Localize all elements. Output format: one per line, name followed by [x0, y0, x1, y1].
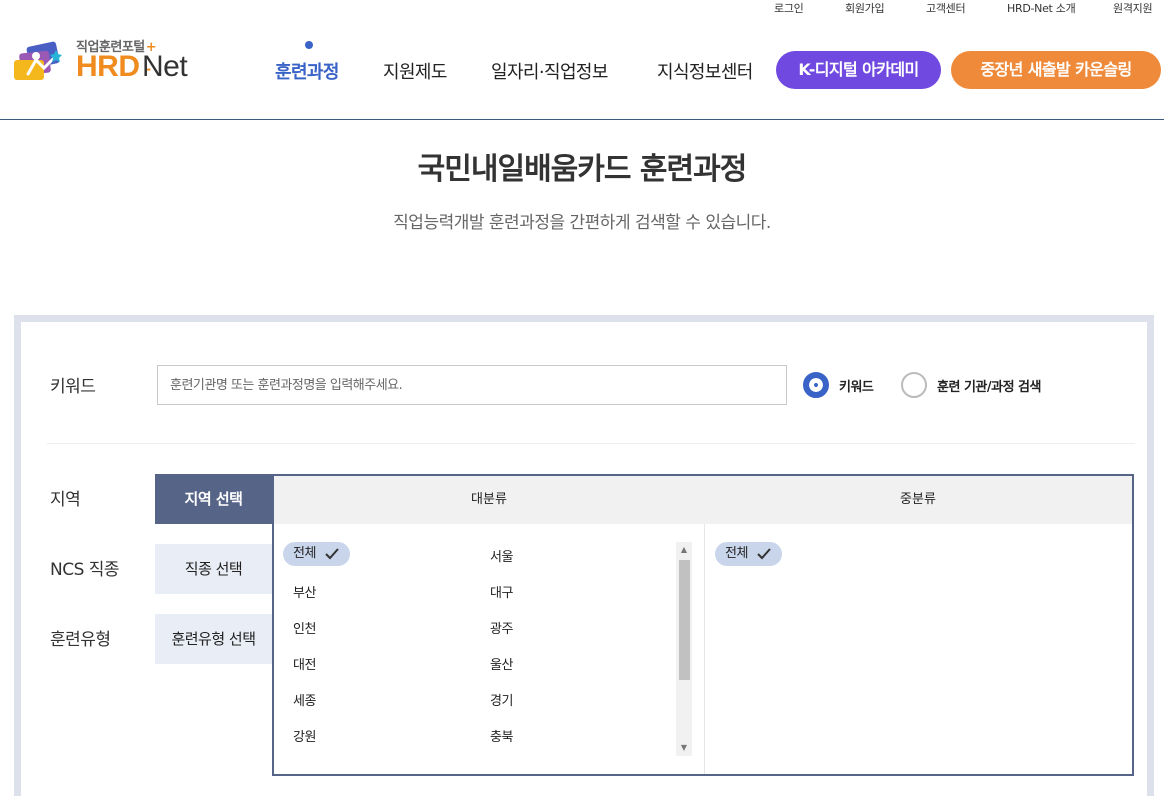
about-hrdnet-link[interactable]: HRD-Net 소개 — [1007, 0, 1076, 16]
course-search-box: 키워드 키워드 훈련 기관/과정 검색 지역 NCS 직종 훈련유형 지역 선택… — [14, 315, 1154, 796]
gnb-support-system[interactable]: 지원제도 — [383, 58, 447, 84]
region-item[interactable]: 강원 — [293, 726, 316, 745]
logo-brand-hrd: HRD - — [76, 50, 151, 83]
section-divider — [47, 443, 1135, 444]
region-label: 지역 — [50, 490, 81, 510]
major-category-header: 대분류 — [471, 492, 507, 507]
login-link[interactable]: 로그인 — [774, 0, 804, 16]
scroll-down-icon[interactable]: ▼ — [676, 740, 692, 756]
check-icon — [757, 548, 771, 560]
active-menu-indicator — [305, 41, 313, 49]
remote-support-link[interactable]: 원격지원 — [1113, 0, 1153, 16]
keyword-label: 키워드 — [50, 377, 96, 397]
region-item[interactable]: 충북 — [490, 726, 513, 745]
major-list-scrollbar[interactable]: ▲ ▼ — [676, 542, 692, 756]
gnb-job-info[interactable]: 일자리·직업정보 — [491, 58, 608, 84]
radio-unselected-icon — [901, 372, 927, 398]
logo-brand-net: Net — [142, 50, 188, 83]
radio-institution-label: 훈련 기관/과정 검색 — [937, 379, 1041, 395]
radio-selected-icon — [803, 372, 829, 398]
region-item[interactable]: 세종 — [293, 690, 316, 709]
radio-keyword-label: 키워드 — [839, 379, 874, 395]
region-item-label: 전체 — [293, 546, 316, 561]
region-item[interactable]: 서울 — [490, 546, 513, 565]
subregion-item-label: 전체 — [725, 546, 748, 561]
scrollbar-thumb[interactable] — [679, 560, 690, 680]
region-select-panel: 대분류 중분류 전체 서울 부산 대구 인천 광주 대전 울산 세종 경기 강원… — [272, 474, 1134, 776]
utility-bar: 로그인 회원가입 고객센터 HRD-Net 소개 원격지원 — [0, 0, 1164, 18]
scroll-up-icon[interactable]: ▲ — [676, 542, 692, 558]
tab-training-type-select[interactable]: 훈련유형 선택 — [155, 614, 272, 664]
gnb-training-courses[interactable]: 훈련과정 — [275, 58, 339, 84]
k-digital-academy-button[interactable]: K-디지털 아카데미 — [776, 51, 941, 89]
panel-header: 대분류 중분류 — [274, 476, 1132, 524]
tab-ncs-select[interactable]: 직종 선택 — [155, 544, 272, 594]
keyword-input[interactable] — [157, 365, 787, 405]
hrd-net-logo[interactable]: 직업훈련포털+ HRD - Net — [14, 36, 214, 86]
region-item[interactable]: 경기 — [490, 690, 513, 709]
region-item[interactable]: 대구 — [490, 582, 513, 601]
minor-category-header: 중분류 — [900, 492, 936, 507]
signup-link[interactable]: 회원가입 — [845, 0, 885, 16]
radio-institution-search[interactable]: 훈련 기관/과정 검색 — [901, 372, 1041, 398]
midlife-counseling-button[interactable]: 중장년 새출발 카운슬링 — [951, 51, 1161, 89]
check-icon — [325, 548, 339, 560]
page-description: 직업능력개발 훈련과정을 간편하게 검색할 수 있습니다. — [393, 213, 771, 233]
region-item[interactable]: 인천 — [293, 618, 316, 637]
customer-center-link[interactable]: 고객센터 — [926, 0, 966, 16]
region-item-selected[interactable]: 전체 — [283, 542, 350, 566]
tab-region-select[interactable]: 지역 선택 — [155, 474, 272, 524]
page-title: 국민내일배움카드 훈련과정 — [417, 152, 748, 187]
logo-mark-icon — [14, 41, 62, 80]
radio-keyword[interactable]: 키워드 — [803, 372, 874, 398]
region-item[interactable]: 대전 — [293, 654, 316, 673]
gnb-knowledge-center[interactable]: 지식정보센터 — [657, 58, 753, 84]
subregion-item-selected[interactable]: 전체 — [715, 542, 782, 566]
region-item[interactable]: 울산 — [490, 654, 513, 673]
training-type-label: 훈련유형 — [50, 630, 111, 650]
ncs-label: NCS 직종 — [50, 560, 120, 580]
region-item[interactable]: 부산 — [293, 582, 316, 601]
header-divider — [0, 119, 1164, 120]
column-separator — [704, 524, 705, 774]
region-item[interactable]: 광주 — [490, 618, 513, 637]
